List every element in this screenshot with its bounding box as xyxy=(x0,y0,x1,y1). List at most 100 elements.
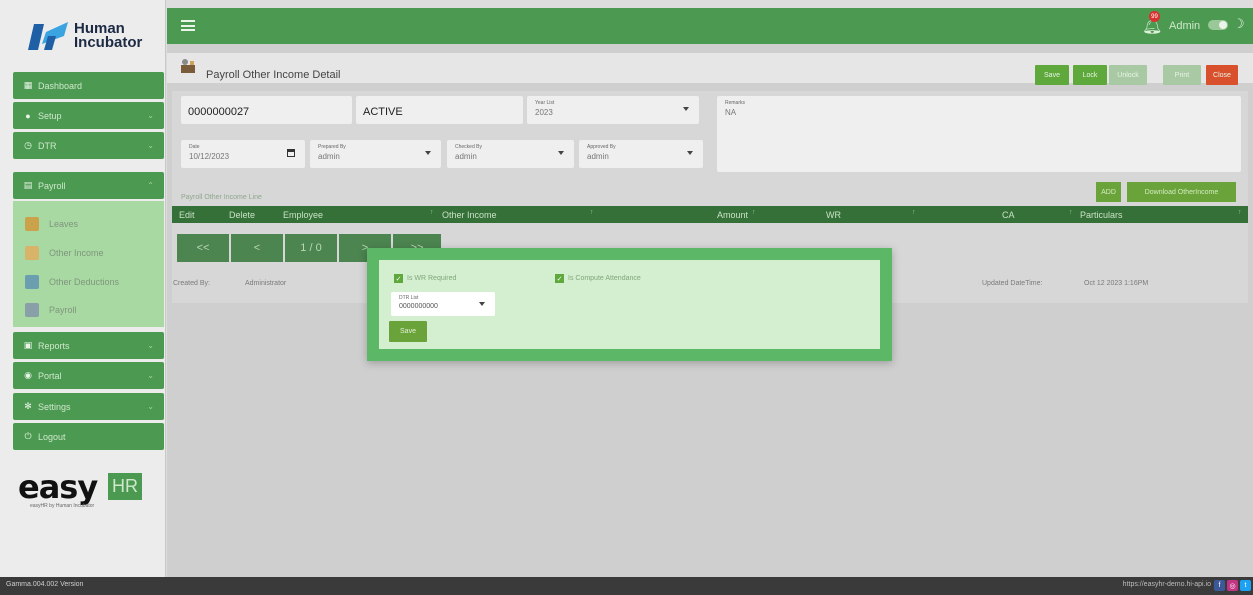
chevron-down-icon: ⌄ xyxy=(147,402,154,411)
facebook-icon[interactable]: f xyxy=(1214,580,1225,591)
easyhr-logo: easy xyxy=(18,468,98,506)
sidebar-item-dashboard[interactable]: ▦ Dashboard xyxy=(13,72,164,99)
approved-by-select[interactable]: Approved By admin xyxy=(579,140,703,168)
remarks-label: Remarks xyxy=(725,100,746,106)
sidebar: Human Incubator ▦ Dashboard ● Setup ⌄ ◷ … xyxy=(0,0,166,577)
chevron-down-icon: ⌄ xyxy=(147,341,154,350)
sort-icon[interactable]: ↑ xyxy=(1069,209,1073,216)
checked-value: admin xyxy=(455,152,477,161)
sidebar-item-logout[interactable]: ⏻ Logout xyxy=(13,423,164,450)
pager-first[interactable]: << xyxy=(177,234,229,262)
theme-toggle[interactable] xyxy=(1208,20,1228,30)
twitter-icon[interactable]: t xyxy=(1240,580,1251,591)
col-amount[interactable]: Amount xyxy=(717,210,748,220)
approved-value: admin xyxy=(587,152,609,161)
status-value: ACTIVE xyxy=(363,106,403,118)
sidebar-item-label: Dashboard xyxy=(38,80,83,91)
sort-icon[interactable]: ↑ xyxy=(752,209,756,216)
sidebar-item-dtr[interactable]: ◷ DTR ⌄ xyxy=(13,132,164,159)
col-ca[interactable]: CA xyxy=(1002,210,1015,220)
printer-icon: ▣ xyxy=(23,340,33,350)
pager-page: 1 / 0 xyxy=(285,234,337,262)
sidebar-subitem-other-income[interactable]: Other Income xyxy=(25,244,104,262)
col-wr[interactable]: WR xyxy=(826,210,841,220)
version-text: Gamma.004.002 Version xyxy=(6,581,84,588)
sidebar-item-label: Portal xyxy=(38,370,62,381)
date-value: 10/12/2023 xyxy=(189,152,230,161)
sort-icon[interactable]: ↑ xyxy=(430,209,434,216)
sort-icon[interactable]: ↑ xyxy=(590,209,594,216)
sidebar-subitem-payroll[interactable]: Payroll xyxy=(25,301,77,319)
sidebar-item-portal[interactable]: ◉ Portal ⌄ xyxy=(13,362,164,389)
checked-label: Checked By xyxy=(455,144,482,150)
instagram-icon[interactable]: ◎ xyxy=(1227,580,1238,591)
moon-icon: ☽ xyxy=(1233,16,1245,31)
approved-label: Approved By xyxy=(587,144,616,150)
page-header: Payroll Other Income Detail Save Lock Un… xyxy=(167,53,1253,85)
logo-text: Human Incubator xyxy=(74,21,142,50)
checkbox-label: Is WR Required xyxy=(407,275,457,282)
sidebar-item-label: Setup xyxy=(38,110,62,121)
dashboard-icon: ▦ xyxy=(23,80,33,90)
dtr-modal-body: ✓ Is WR Required ✓ Is Compute Attendance… xyxy=(379,260,880,349)
save-button[interactable]: Save xyxy=(1035,65,1069,85)
human-incubator-logo[interactable]: Human Incubator xyxy=(28,12,153,60)
pager-prev[interactable]: < xyxy=(231,234,283,262)
portal-icon: ◉ xyxy=(24,370,32,380)
sidebar-item-label: Reports xyxy=(38,340,70,351)
number-field[interactable]: 0000000027 xyxy=(181,96,352,124)
chevron-down-icon: ⌄ xyxy=(147,371,154,380)
year-label: Year List xyxy=(535,100,555,106)
dtr-list-select[interactable]: DTR List 0000000000 xyxy=(391,292,495,316)
calendar-icon[interactable] xyxy=(287,149,295,157)
leaves-icon xyxy=(25,217,39,231)
is-compute-attendance-checkbox[interactable]: ✓ Is Compute Attendance xyxy=(555,274,641,283)
sidebar-item-reports[interactable]: ▣ Reports ⌄ xyxy=(13,332,164,359)
dtr-modal: ✓ Is WR Required ✓ Is Compute Attendance… xyxy=(367,248,892,361)
print-button[interactable]: Print xyxy=(1163,65,1201,85)
subitem-label: Payroll xyxy=(49,305,77,315)
download-other-income-button[interactable]: Download OtherIncome xyxy=(1127,182,1236,202)
prepared-by-select[interactable]: Prepared By admin xyxy=(310,140,441,168)
page-title: Payroll Other Income Detail xyxy=(206,69,341,81)
is-wr-required-checkbox[interactable]: ✓ Is WR Required xyxy=(394,274,456,283)
money-bag-icon xyxy=(25,246,39,260)
power-icon: ⏻ xyxy=(24,431,32,441)
gear-icon: ✻ xyxy=(24,401,32,411)
sidebar-item-payroll[interactable]: ▤ Payroll ⌃ xyxy=(13,172,164,199)
updated-label: Updated DateTime: xyxy=(982,280,1043,287)
lock-button[interactable]: Lock xyxy=(1073,65,1107,85)
payroll-sub-icon xyxy=(25,303,39,317)
chevron-down-icon: ⌄ xyxy=(147,111,154,120)
remarks-textarea[interactable]: Remarks NA xyxy=(717,96,1241,172)
checkbox-checked-icon: ✓ xyxy=(555,274,564,283)
sort-icon[interactable]: ↑ xyxy=(1238,209,1242,216)
unlock-button[interactable]: Unlock xyxy=(1109,65,1147,85)
status-field[interactable]: ACTIVE xyxy=(356,96,523,124)
modal-save-button[interactable]: Save xyxy=(389,321,427,342)
sidebar-item-setup[interactable]: ● Setup ⌄ xyxy=(13,102,164,129)
col-other-income[interactable]: Other Income xyxy=(442,210,497,220)
sidebar-subitem-leaves[interactable]: Leaves xyxy=(25,215,78,233)
sidebar-subitem-other-deductions[interactable]: Other Deductions xyxy=(25,273,119,291)
site-url[interactable]: https://easyhr-demo.hi-api.io xyxy=(1123,581,1211,588)
add-line-button[interactable]: ADD xyxy=(1096,182,1121,202)
year-value: 2023 xyxy=(535,108,553,117)
user-name[interactable]: Admin xyxy=(1169,20,1200,32)
easyhr-tagline: easyHR by Human Incubator xyxy=(30,503,95,509)
sidebar-item-settings[interactable]: ✻ Settings ⌄ xyxy=(13,393,164,420)
close-button[interactable]: Close xyxy=(1206,65,1238,85)
gear-circle-icon: ● xyxy=(25,110,31,121)
status-bar: Gamma.004.002 Version https://easyhr-dem… xyxy=(0,577,1253,595)
checked-by-select[interactable]: Checked By admin xyxy=(447,140,574,168)
col-particulars[interactable]: Particulars xyxy=(1080,210,1123,220)
date-field[interactable]: Date 10/12/2023 xyxy=(181,140,305,168)
year-select[interactable]: Year List 2023 xyxy=(527,96,699,124)
checkbox-checked-icon: ✓ xyxy=(394,274,403,283)
sort-icon[interactable]: ↑ xyxy=(912,209,916,216)
subitem-label: Leaves xyxy=(49,219,79,229)
remarks-value: NA xyxy=(725,108,737,117)
col-employee[interactable]: Employee xyxy=(283,210,323,220)
prepared-label: Prepared By xyxy=(318,144,346,150)
hamburger-menu-icon[interactable] xyxy=(181,20,195,31)
